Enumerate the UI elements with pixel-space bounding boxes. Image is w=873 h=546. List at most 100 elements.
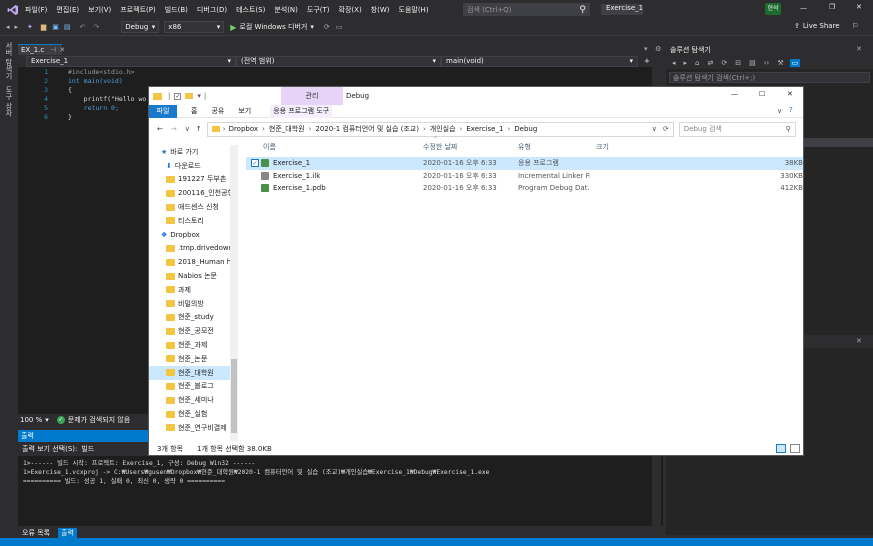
nav-item[interactable]: 현준_study <box>149 311 238 325</box>
close-icon[interactable]: ✕ <box>59 46 65 54</box>
forward-arrow-icon[interactable]: → <box>171 125 177 133</box>
nav-item[interactable]: ★ 바로 가기 <box>149 145 238 159</box>
breadcrumb-item[interactable]: 현준_대학원 <box>269 124 305 134</box>
nav-item[interactable]: 티스토리 <box>149 214 238 228</box>
menu-item[interactable]: 창(W) <box>371 5 390 15</box>
code-line[interactable]: return 0; <box>68 104 146 113</box>
nav-item[interactable]: 현준_연구비결제 <box>149 421 238 435</box>
nav-item[interactable]: 현준_실험 <box>149 407 238 421</box>
output-source-value[interactable]: 빌드 <box>81 444 94 454</box>
show-all-icon[interactable]: ▤ <box>749 59 756 67</box>
menu-item[interactable]: 분석(N) <box>274 5 298 15</box>
minimize-icon[interactable]: — <box>731 90 738 98</box>
menu-item[interactable]: 테스트(S) <box>236 5 265 15</box>
tab-output[interactable]: 출력 <box>58 527 77 538</box>
save-all-icon[interactable]: ▤ <box>64 23 71 31</box>
code-line[interactable]: } <box>68 113 146 122</box>
platform-dropdown[interactable]: x86 ▾ <box>164 21 225 33</box>
toolbox-tab[interactable]: 도구 상자 <box>4 86 14 116</box>
nav-item[interactable]: Nabios 논문 <box>149 269 238 283</box>
ribbon-tab-home[interactable]: 홈 <box>191 106 197 116</box>
member-dropdown[interactable]: main(void) ▾ <box>441 55 638 67</box>
nav-item[interactable]: 200116_인천공항 <box>149 186 238 200</box>
properties-wrench-icon[interactable]: ⚒ <box>777 59 783 67</box>
file-row[interactable]: Exercise_1.pdb 2020-01-16 오후 6:33 Program … <box>246 182 803 195</box>
collapse-icon[interactable]: ⊟ <box>735 59 741 67</box>
menu-item[interactable]: 빌드(B) <box>165 5 188 15</box>
back-arrow-icon[interactable]: ← <box>157 125 163 133</box>
menu-item[interactable]: 편집(E) <box>56 5 79 15</box>
pin-icon[interactable]: ⊣ <box>50 46 56 54</box>
ribbon-tab-share[interactable]: 공유 <box>211 106 224 116</box>
ribbon-tab-app-tools[interactable]: 응용 프로그램 도구 <box>270 104 333 118</box>
server-explorer-tab[interactable]: 서버 탐색기 <box>4 42 14 79</box>
col-size[interactable]: 크기 <box>596 142 609 152</box>
menu-item[interactable]: 프로젝트(P) <box>120 5 155 15</box>
chevron-down-icon[interactable]: ▾ <box>197 92 201 100</box>
address-bar[interactable]: › Dropbox › 현준_대학원 › 2020-1 컴퓨터언어 및 실습 (조교) ›… <box>206 121 674 137</box>
row-checkbox[interactable]: ✓ <box>251 159 259 168</box>
menu-item[interactable]: 파일(F) <box>25 5 47 15</box>
menu-item[interactable]: 디버그(D) <box>197 5 227 15</box>
open-folder-icon[interactable]: ▆ <box>41 23 46 31</box>
breadcrumb-item[interactable]: 개인실습 <box>430 124 456 134</box>
feedback-icon[interactable]: ⚐ <box>852 22 858 30</box>
menu-item[interactable]: 도구(T) <box>307 5 330 15</box>
details-view-icon[interactable] <box>776 444 786 453</box>
redo-icon[interactable]: ↷ <box>93 23 99 31</box>
tab-error-list[interactable]: 오류 목록 <box>22 528 50 538</box>
ribbon-tab-file[interactable]: 파일 <box>149 104 177 118</box>
close-icon[interactable]: ✕ <box>787 90 793 98</box>
nav-item[interactable]: 현준_공모전 <box>149 324 238 338</box>
output-scrollbar[interactable] <box>652 456 661 526</box>
code-lines[interactable]: #include<stdio.h> int main(void){ printf(… <box>68 68 146 122</box>
breadcrumb-item[interactable]: 2020-1 컴퓨터언어 및 실습 (조교) <box>315 124 419 134</box>
restore-icon[interactable]: ❐ <box>829 3 835 11</box>
settings-gear-icon[interactable]: ⚙ <box>655 45 661 53</box>
menu-item[interactable]: 도움말(H) <box>399 5 429 15</box>
nav-scrollbar-thumb[interactable] <box>231 359 237 433</box>
code-line[interactable]: int main(void) <box>68 77 146 86</box>
close-icon[interactable]: ✕ <box>856 337 862 345</box>
nav-item[interactable]: 2018_Human hair <box>149 255 238 269</box>
global-scope-dropdown[interactable]: (전역 범위) ▾ <box>236 55 441 67</box>
solution-selected-row[interactable] <box>800 138 873 147</box>
breadcrumb-item[interactable]: Debug <box>514 125 537 133</box>
code-line[interactable]: { <box>68 86 146 95</box>
nav-item[interactable]: ⬇ 다운로드 <box>149 159 238 173</box>
menu-item[interactable]: 보기(V) <box>88 5 111 15</box>
breadcrumb-item[interactable]: Exercise_1 <box>466 125 503 133</box>
hot-reload-icon[interactable]: ⟳ <box>324 23 330 31</box>
menu-item[interactable]: 확장(X) <box>339 5 362 15</box>
preview-icon[interactable]: ▭ <box>789 58 801 67</box>
code-line[interactable]: #include<stdio.h> <box>68 68 146 77</box>
nav-item[interactable]: 현준_논문 <box>149 352 238 366</box>
vs-search-box[interactable]: 검색 (Ctrl+Q) ⚲ <box>463 3 590 16</box>
file-row[interactable]: Exercise_1.ilk 2020-01-16 오후 6:33 Incremen… <box>246 170 803 183</box>
nav-item[interactable]: .tmp.drivedownload <box>149 242 238 256</box>
refresh-icon[interactable]: ⟳ <box>663 125 669 133</box>
large-icons-view-icon[interactable] <box>790 444 800 453</box>
code-view-icon[interactable]: ‹› <box>764 59 770 67</box>
properties-check-icon[interactable]: ✓ <box>174 92 182 100</box>
save-icon[interactable]: ▣ <box>52 23 59 31</box>
nav-item[interactable]: 애드센스 신청 <box>149 200 238 214</box>
undo-icon[interactable]: ↶ <box>80 23 86 31</box>
file-row[interactable]: ✓ Exercise_1 2020-01-16 오후 6:33 응용 프로그램 38KB <box>246 157 803 170</box>
col-type[interactable]: 유형 <box>518 142 531 152</box>
close-icon[interactable]: ✕ <box>856 45 862 53</box>
issues-status[interactable]: 문제가 검색되지 않음 <box>68 415 130 425</box>
forward-arrow-icon[interactable]: ▸ <box>684 59 688 67</box>
ribbon-expand-icon[interactable]: ∨ <box>777 107 782 115</box>
chevron-down-icon[interactable]: ∨ <box>185 125 190 133</box>
up-arrow-icon[interactable]: ↑ <box>196 125 202 133</box>
run-button[interactable]: ▶ 로컬 Windows 디버거 ▾ <box>230 22 314 32</box>
maximize-icon[interactable]: ☐ <box>759 90 765 98</box>
nav-scrollbar[interactable] <box>230 145 238 441</box>
code-line[interactable]: printf("Hello wo <box>68 95 147 104</box>
nav-item[interactable]: 과제 <box>149 283 238 297</box>
new-folder-icon[interactable] <box>185 93 194 99</box>
document-tab[interactable]: EX_1.c ⊣ ✕ <box>18 44 65 55</box>
help-icon[interactable]: ? <box>789 106 793 114</box>
nav-item[interactable]: 191227 두부촌 <box>149 173 238 187</box>
